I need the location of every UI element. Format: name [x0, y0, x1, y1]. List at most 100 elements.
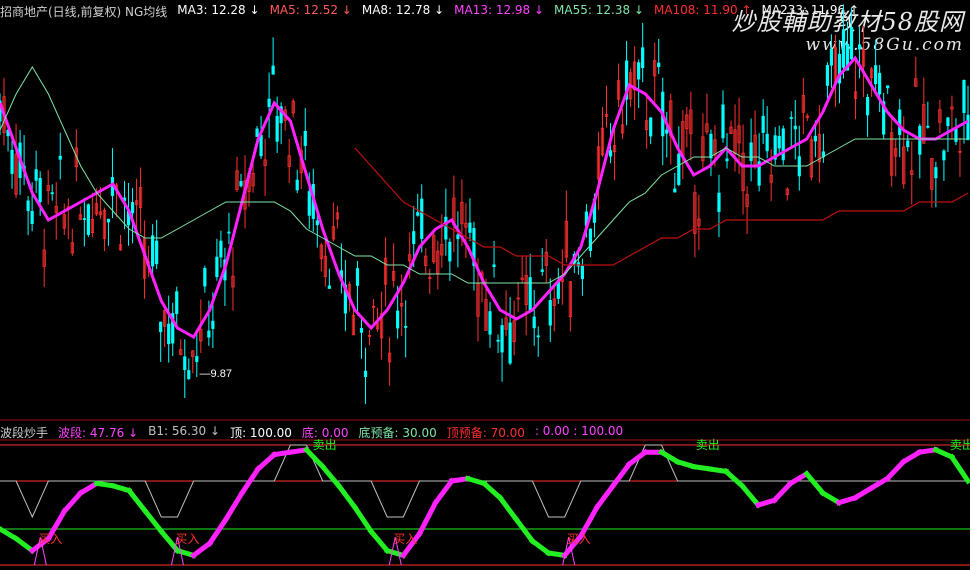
candle-body [38, 177, 42, 203]
sell-label: 卖出 [696, 438, 720, 452]
series-segment-wave [770, 479, 795, 504]
series-segment-wave [141, 507, 165, 535]
series-segment-wave [803, 470, 827, 497]
candle-body [878, 72, 882, 95]
candle-body [86, 204, 90, 235]
candle-body [898, 109, 902, 136]
candle-body [942, 150, 946, 161]
candle-body [159, 321, 163, 333]
candle-body [721, 104, 725, 139]
candle-body [777, 135, 781, 149]
candle-body [488, 311, 492, 335]
series-segment-wave [593, 482, 617, 511]
candle-body [496, 339, 500, 342]
candle-body [665, 129, 669, 134]
candle-body [219, 240, 223, 258]
oscillator-panel: 卖出买入 买入 买入 买入 卖出 卖出 [0, 419, 970, 566]
candle-body [259, 134, 263, 157]
candle-body [556, 281, 560, 299]
candle-body [50, 192, 54, 195]
candle-body [456, 234, 460, 240]
candle-body [167, 323, 171, 345]
candle-body [657, 62, 661, 68]
candle-body [536, 335, 540, 338]
candle-body [187, 370, 191, 380]
series-segment-wave [722, 467, 746, 490]
candle-body [709, 133, 713, 159]
candle-body [725, 158, 729, 162]
candle-body [673, 188, 677, 193]
series-line-ma13 [0, 55, 969, 340]
buy-label: 买入 [393, 532, 417, 546]
candle-body [327, 285, 331, 289]
candle-body [175, 291, 179, 314]
candle-body [841, 29, 846, 68]
price-panel: —9.87 [0, 4, 970, 404]
candle-body [532, 316, 536, 329]
candle-body [781, 128, 785, 161]
buy-label: 买入 [567, 532, 591, 546]
candle-body [588, 228, 593, 251]
candle-body [849, 26, 854, 60]
candle-body [211, 320, 215, 329]
candle-body [82, 218, 86, 221]
candle-body [649, 117, 653, 137]
candle-body [789, 117, 793, 119]
series-segment-wave [948, 453, 970, 485]
candle-body [227, 231, 231, 234]
candle-body [106, 218, 111, 223]
series-segment-wave [254, 451, 278, 473]
candle-body [396, 310, 400, 329]
candle-body [444, 216, 448, 240]
candle-body [641, 47, 645, 69]
candle-body [580, 265, 585, 280]
buy-label: 买入 [38, 532, 62, 546]
candle-body [926, 125, 930, 128]
series-segment-wave [867, 475, 891, 492]
candle-body [540, 269, 544, 272]
candle-body [813, 135, 817, 142]
series-segment-wave [432, 477, 456, 507]
candle-body [303, 130, 307, 146]
candle-body [508, 322, 512, 364]
candle-body [934, 167, 938, 179]
series-segment-wave [206, 515, 230, 547]
candle-body [183, 356, 187, 371]
candle-body [359, 327, 364, 333]
series-segment-wave [61, 489, 85, 515]
candle-body [271, 65, 275, 75]
series-segment-wave [125, 487, 149, 515]
candle-body [215, 256, 219, 277]
candle-body [30, 210, 34, 224]
candle-body [363, 370, 368, 378]
series-segment-wave [335, 482, 359, 511]
candle-body [749, 142, 753, 161]
candle-body [34, 169, 38, 181]
candle-body [307, 191, 311, 216]
sell-label: 卖出 [950, 438, 970, 452]
candle-body [195, 356, 199, 362]
series-segment-wave [528, 537, 553, 557]
candle-body [275, 116, 279, 142]
candle-body [954, 128, 958, 142]
stock-chart: —9.87 卖出买入 买入 买入 买入 卖出 卖出 [0, 4, 970, 566]
candle-body [765, 133, 769, 152]
series-segment-wave [512, 515, 536, 545]
candle-body [10, 149, 14, 174]
series-line-ma55 [0, 66, 968, 284]
candle-body [412, 231, 416, 244]
series-line-ma108 [354, 147, 969, 266]
candle-body [946, 117, 950, 127]
candle-body [677, 153, 681, 185]
candle-body [416, 212, 420, 216]
candle-body [203, 268, 207, 287]
series-segment-wave [900, 448, 924, 466]
candle-body [874, 65, 878, 85]
candle-body [155, 240, 159, 265]
candle-body [239, 181, 243, 187]
candle-body [267, 98, 271, 107]
series-segment-wave [787, 470, 811, 487]
series-segment-wave [658, 448, 682, 466]
candle-body [295, 179, 299, 191]
series-segment-wave [738, 482, 762, 509]
